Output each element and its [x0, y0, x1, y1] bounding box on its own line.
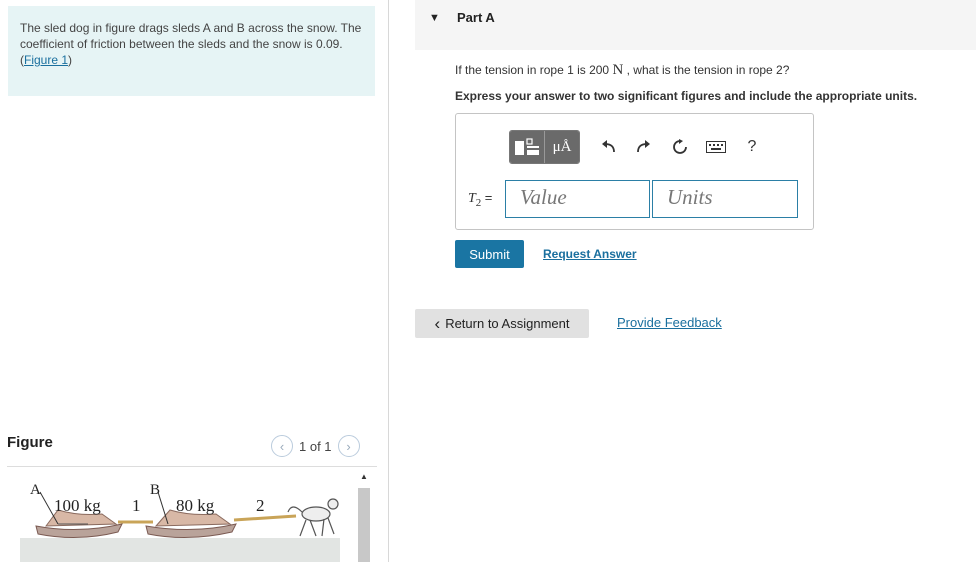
question-before: If the tension in rope 1 is 200	[455, 63, 610, 77]
label-b: B	[150, 482, 160, 498]
snow-ground	[20, 538, 340, 562]
figure-link[interactable]: Figure 1	[24, 53, 68, 67]
provide-feedback-link[interactable]: Provide Feedback	[617, 315, 722, 330]
variable-subscript: 2	[475, 196, 482, 209]
figure-pager: ‹ 1 of 1 ›	[271, 435, 360, 457]
problem-statement: The sled dog in figure drags sleds A and…	[8, 6, 375, 96]
rope-2-label: 2	[256, 496, 265, 515]
question-after: , what is the tension in rope 2?	[626, 63, 790, 77]
collapse-caret-icon[interactable]: ▼	[429, 12, 440, 24]
pager-count: 1 of 1	[299, 438, 332, 454]
return-to-assignment-button[interactable]: ‹ Return to Assignment	[415, 309, 589, 338]
prev-figure-button[interactable]: ‹	[271, 435, 293, 457]
sled-figure: A B 100 kg 80 kg 1 2	[20, 482, 340, 562]
submit-button[interactable]: Submit	[455, 240, 524, 268]
panel-divider	[388, 0, 389, 562]
mass-a: 100 kg	[54, 496, 101, 515]
return-label: Return to Assignment	[445, 316, 570, 331]
template-group: μÅ	[509, 130, 580, 164]
part-a-header[interactable]: ▼ Part A	[415, 0, 976, 50]
answer-instruction: Express your answer to two significant f…	[455, 89, 918, 103]
figure-rule	[7, 466, 377, 467]
units-input[interactable]: Units	[652, 180, 798, 218]
variable-label: T2 =	[468, 190, 492, 209]
chevron-left-icon: ‹	[434, 314, 441, 333]
mass-b: 80 kg	[176, 496, 215, 515]
rope-2	[233, 514, 297, 522]
question-unit: N	[612, 62, 624, 78]
part-title: Part A	[457, 10, 495, 25]
keyboard-icon[interactable]	[698, 131, 734, 163]
units-symbol-button[interactable]: μÅ	[544, 131, 579, 163]
undo-icon[interactable]	[590, 131, 626, 163]
math-toolbar: μÅ ?	[509, 130, 770, 164]
answer-box: μÅ ? T2 = Value Units	[455, 113, 814, 230]
reset-icon[interactable]	[662, 131, 698, 163]
rope-1-label: 1	[132, 496, 141, 515]
scroll-up-icon[interactable]: ▲	[360, 472, 368, 481]
equals-sign: =	[484, 190, 493, 205]
problem-text: The sled dog in figure drags sleds A and…	[20, 21, 362, 51]
figure-scrollbar[interactable]: ▲	[356, 468, 372, 562]
help-icon[interactable]: ?	[734, 131, 770, 163]
redo-icon[interactable]	[626, 131, 662, 163]
value-input[interactable]: Value	[505, 180, 650, 218]
question-text: If the tension in rope 1 is 200 N , what…	[455, 62, 789, 79]
scroll-thumb[interactable]	[358, 488, 370, 562]
variable-symbol: T	[468, 191, 476, 206]
templates-button[interactable]	[510, 131, 544, 163]
request-answer-link[interactable]: Request Answer	[543, 247, 637, 261]
figure-heading: Figure	[7, 434, 53, 451]
label-a: A	[30, 482, 41, 498]
templates-icon	[515, 138, 539, 155]
next-figure-button[interactable]: ›	[337, 435, 360, 457]
